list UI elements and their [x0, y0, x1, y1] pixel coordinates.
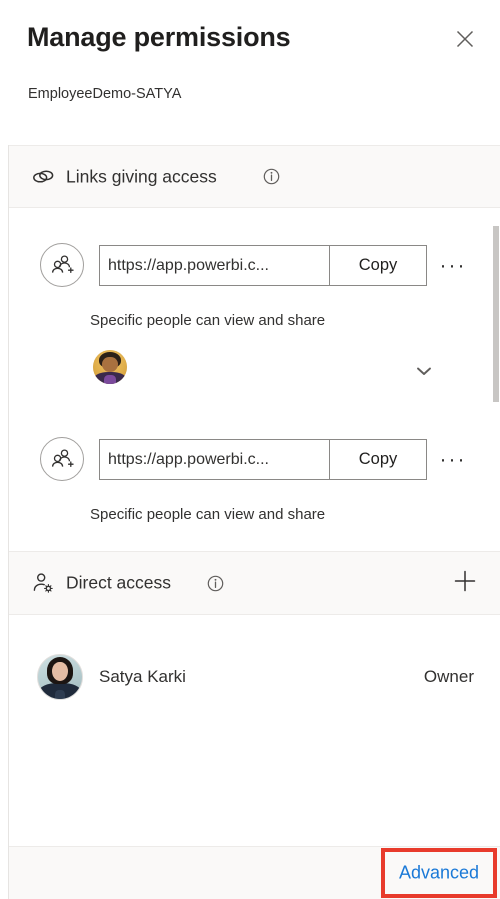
person-settings-icon: [30, 570, 56, 596]
scrollbar-track[interactable]: [493, 208, 500, 845]
direct-access-row[interactable]: Satya Karki Owner: [9, 654, 500, 700]
direct-access-label: Direct access: [66, 572, 172, 593]
direct-access-info-icon[interactable]: [206, 574, 224, 592]
links-section-label: Links giving access: [66, 166, 217, 186]
manage-permissions-panel: Manage permissions EmployeeDemo-SATYA Li…: [0, 0, 500, 899]
avatar: [37, 654, 83, 700]
panel-header: Manage permissions EmployeeDemo-SATYA: [0, 0, 500, 145]
page-title: Manage permissions: [27, 22, 291, 52]
direct-access-header: Direct access: [9, 551, 500, 615]
close-icon: [454, 28, 476, 55]
link-expand-button[interactable]: [410, 359, 438, 387]
direct-access-user-name: Satya Karki: [99, 667, 186, 686]
link-row: https://app.powerbi.c... Copy ···: [9, 437, 500, 481]
link-row: https://app.powerbi.c... Copy ···: [9, 243, 500, 287]
advanced-link[interactable]: Advanced: [395, 860, 483, 887]
link-more-options-button[interactable]: ···: [435, 439, 471, 480]
close-button[interactable]: [448, 24, 482, 58]
link-permission-caption: Specific people can view and share: [90, 506, 326, 523]
link-chain-icon: [30, 164, 56, 190]
link-more-options-button[interactable]: ···: [435, 245, 471, 286]
shared-person-avatar[interactable]: [93, 350, 127, 384]
scrollbar-thumb[interactable]: [493, 226, 499, 402]
link-url-input[interactable]: https://app.powerbi.c...: [99, 245, 330, 286]
link-url-input[interactable]: https://app.powerbi.c...: [99, 439, 330, 480]
direct-access-user-role: Owner: [423, 667, 474, 686]
panel-subtitle: EmployeeDemo-SATYA: [28, 86, 182, 102]
panel-footer: Advanced: [9, 846, 500, 899]
links-info-icon[interactable]: [262, 168, 280, 186]
links-giving-access-header: Links giving access: [9, 145, 500, 208]
link-url-value: https://app.powerbi.c...: [108, 450, 269, 468]
copy-link-button[interactable]: Copy: [329, 439, 427, 480]
plus-icon: [452, 568, 478, 599]
chevron-down-icon: [413, 360, 435, 387]
link-permission-caption: Specific people can view and share: [90, 312, 326, 329]
link-url-value: https://app.powerbi.c...: [108, 256, 269, 274]
people-add-icon: [40, 437, 84, 481]
copy-link-button[interactable]: Copy: [329, 245, 427, 286]
add-people-button[interactable]: [448, 566, 482, 600]
people-add-icon: [40, 243, 84, 287]
